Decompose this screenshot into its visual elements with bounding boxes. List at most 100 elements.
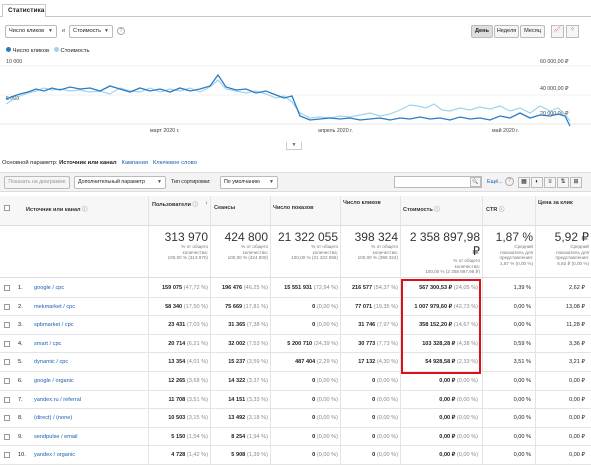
row-source-link[interactable]: sendpulse / email [34, 434, 78, 440]
more-link[interactable]: Ещё... [487, 179, 503, 185]
row-cost-cell: 0,00 ₽ (0,00 %) [402, 452, 478, 458]
row-ctr-value: 0,00 % [513, 322, 531, 329]
row-checkbox[interactable] [4, 340, 10, 347]
row-checkbox[interactable] [4, 415, 10, 422]
col-impr-label: Число показов [273, 205, 314, 211]
row-users-cell: 11 708 (3,51 %) [150, 397, 208, 403]
table-body: 1. google / cpc 159 075 (47,72 %) 196 476 (… [0, 279, 591, 465]
row-checkbox[interactable] [4, 378, 10, 384]
select-all-checkbox[interactable] [4, 205, 10, 211]
table-row[interactable]: 1. google / cpc 159 075 (47,72 %) 196 476 (… [0, 279, 591, 298]
pie-view-icon[interactable]: ◐ [531, 177, 543, 188]
col-cost-header[interactable]: Стоимость ⓘ [403, 205, 440, 213]
row-index: 7. [18, 396, 23, 403]
help-icon[interactable]: ⓘ [499, 207, 505, 213]
table-row[interactable]: 10. yandex / organic 4 728 (1,42 %) 5 908 (… [0, 446, 591, 465]
col-clicks-header[interactable]: Число кликов [343, 200, 381, 206]
row-cpc-value: 0,00 ₽ [568, 433, 585, 440]
row-source-link[interactable]: dynamic / cpc [34, 359, 68, 365]
table-row[interactable]: 2. mekmarket / cpc 58 340 (17,50 %) 75 669 … [0, 298, 591, 317]
col-impr-header[interactable]: Число показов [273, 205, 314, 211]
sort-type-select[interactable]: По умолчанию ▼ [220, 176, 278, 189]
chevron-down-icon: ▼ [157, 179, 162, 185]
metric1-select[interactable]: Число кликов ▼ [5, 25, 57, 38]
col-sessions-header[interactable]: Сеансы [214, 205, 235, 211]
row-users-cell: 23 431 (7,03 %) [150, 322, 208, 328]
table-row[interactable]: 8. (direct) / (none) 10 503 (3,15 %) 13 492… [0, 409, 591, 428]
row-clicks-cell: 0 (0,00 %) [342, 415, 398, 421]
dimension-active[interactable]: Источник или канал [59, 160, 116, 166]
row-cost-cell: 0,00 ₽ (0,00 %) [402, 434, 478, 440]
row-index: 2. [18, 303, 23, 310]
row-source-link[interactable]: yandex.ru / referral [34, 397, 81, 403]
collapse-chart-handle[interactable]: ▼ [286, 142, 302, 150]
period-day-button[interactable]: День [471, 25, 493, 38]
row-checkbox[interactable] [4, 322, 10, 329]
row-users-value: 4 728 [171, 452, 186, 459]
row-source-link[interactable]: smart / cpc [34, 341, 61, 347]
legend-cost-label: Стоимость [60, 48, 90, 54]
col-users-header[interactable]: Пользователи ⓘ ↓ [152, 200, 208, 208]
row-clicks-value: 216 577 [351, 285, 373, 291]
row-checkbox[interactable] [4, 359, 10, 366]
row-impr-cell: 487 404 (2,29 %) [272, 359, 338, 365]
total-cell: 313 970% от общего количества: 100,00 % (3… [150, 230, 208, 261]
table-row[interactable]: 5. dynamic / cpc 13 354 (4,01 %) 15 237 (3,… [0, 353, 591, 372]
table-row[interactable]: 6. google / organic 12 265 (3,68 %) 14 322 … [0, 372, 591, 391]
search-icon[interactable]: 🔍 [470, 177, 481, 187]
row-sessions-cell: 8 254 (1,94 %) [212, 434, 268, 440]
dimension-keyword[interactable]: Ключевое слово [153, 160, 197, 166]
row-users-value: 10 503 [168, 415, 186, 422]
table-row[interactable]: 4. smart / cpc 20 714 (6,21 %) 32 002 (7,53… [0, 335, 591, 354]
row-source-link[interactable]: google / organic [34, 378, 74, 384]
tab-statistics[interactable]: Статистика [2, 4, 46, 17]
row-source-link[interactable]: mekmarket / cpc [34, 304, 75, 310]
row-checkbox[interactable] [4, 396, 10, 403]
dimension-campaign[interactable]: Кампания [121, 160, 148, 166]
col-ctr-header[interactable]: CTR ⓘ [486, 205, 504, 213]
table-row[interactable]: 9. sendpulse / email 5 150 (1,54 %) 8 254 (… [0, 428, 591, 447]
row-source-link[interactable]: google / cpc [34, 285, 64, 291]
period-week-button[interactable]: Неделя [494, 25, 519, 38]
plot-rows-button[interactable]: Показать на диаграмме [4, 176, 70, 189]
col-source-header[interactable]: Источник или канал ⓘ [26, 205, 88, 213]
period-month-button[interactable]: Месяц [520, 25, 545, 38]
row-source-link[interactable]: (direct) / (none) [34, 415, 72, 421]
row-cost-value: 0,00 ₽ [439, 452, 456, 459]
row-clicks-value: 0 [372, 396, 376, 403]
row-source-link[interactable]: yandex / organic [34, 452, 75, 458]
row-sessions-pct: (46,25 %) [243, 285, 268, 291]
row-users-value: 11 708 [168, 396, 186, 403]
motion-chart-icon[interactable]: ⁘ [566, 25, 579, 38]
row-sessions-pct: (3,37 %) [246, 378, 268, 384]
row-checkbox[interactable] [4, 452, 10, 459]
secondary-dimension-select[interactable]: Дополнительный параметр ▼ [74, 176, 166, 189]
help-icon[interactable]: ? [117, 27, 125, 35]
help-icon[interactable]: ⓘ [82, 207, 88, 213]
legend-clicks-label: Число кликов [12, 48, 50, 54]
col-cpc-header[interactable]: Цена за клик [538, 200, 573, 206]
row-impr-cell: 0 (0,00 %) [272, 452, 338, 458]
help-icon[interactable]: ⓘ [193, 202, 199, 208]
row-ctr-value: 0,00 % [513, 378, 531, 384]
row-impr-cell: 5 200 710 (24,39 %) [272, 341, 338, 347]
compare-view-icon[interactable]: ⇅ [557, 177, 569, 188]
sort-desc-icon[interactable]: ↓ [205, 200, 208, 206]
row-source-link[interactable]: spbmarket / cpc [34, 322, 73, 328]
table-view-icon[interactable]: ▦ [518, 177, 530, 188]
row-checkbox[interactable] [4, 303, 10, 310]
table-row[interactable]: 7. yandex.ru / referral 11 708 (3,51 %) 14 … [0, 391, 591, 410]
row-cost-pct: (0,00 %) [456, 452, 478, 459]
line-chart-icon[interactable]: 📈 [551, 25, 564, 38]
help-icon[interactable]: ? [505, 177, 514, 186]
bar-view-icon[interactable]: ≡ [544, 177, 556, 188]
metric2-select[interactable]: Стоимость ▼ [69, 25, 113, 38]
table-row[interactable]: 3. spbmarket / cpc 23 431 (7,03 %) 31 365 (… [0, 316, 591, 335]
row-checkbox[interactable] [4, 433, 10, 440]
row-clicks-pct: (0,00 %) [376, 415, 398, 422]
row-checkbox[interactable] [4, 285, 10, 291]
help-icon[interactable]: ⓘ [434, 207, 440, 213]
table-search-input[interactable] [394, 176, 482, 188]
row-clicks-pct: (54,37 %) [373, 285, 398, 291]
pivot-view-icon[interactable]: ⊞ [570, 177, 582, 188]
